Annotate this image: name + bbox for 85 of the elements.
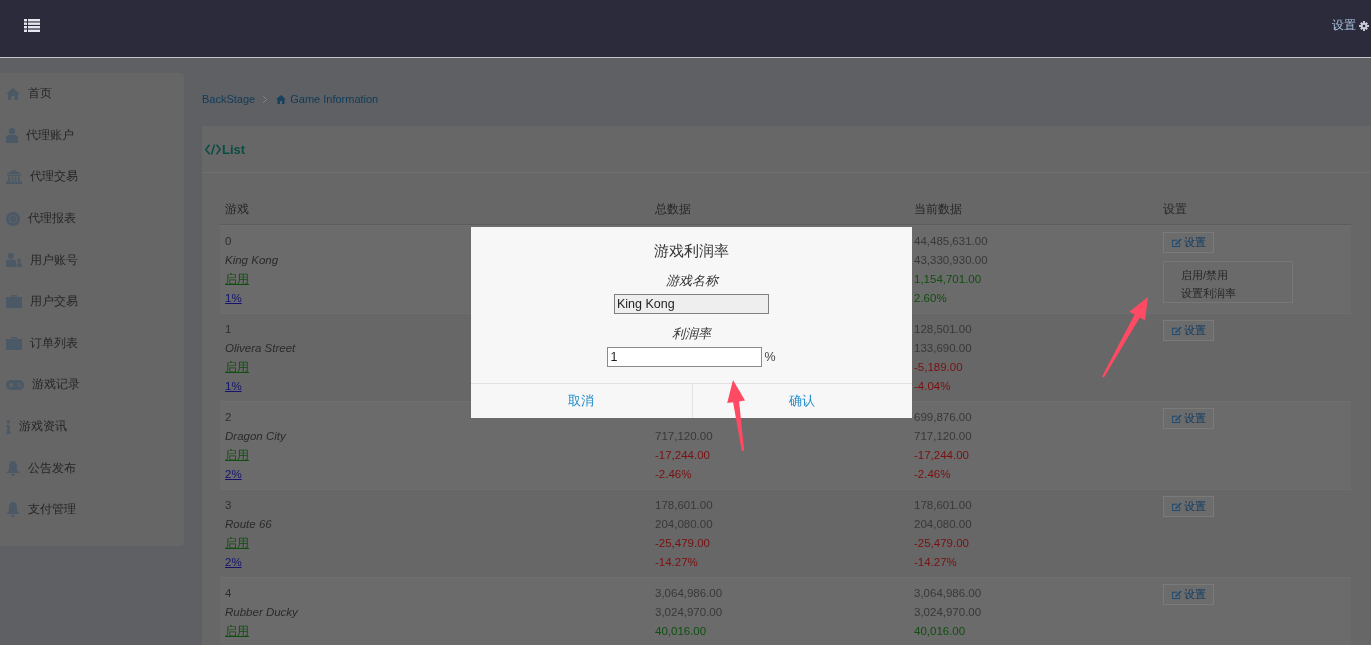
settings-button[interactable]: 设置 [1163,496,1214,517]
cancel-button[interactable]: 取消 [471,384,692,418]
chevron-right-icon [263,95,268,103]
game-name: Rubber Ducky [225,606,298,618]
sidebar-item[interactable]: 代理交易 [0,156,184,198]
settings-button[interactable]: 设置 [1163,584,1214,605]
data-value: 40,016.00 [914,625,966,637]
sidebar-item[interactable]: 代理账户 [0,114,184,157]
bell-icon [6,460,20,476]
status-link[interactable]: 启用 [225,537,249,549]
sidebar-item[interactable]: 支付管理 [0,488,184,531]
data-value: -14.27% [914,556,957,568]
game-id: 3 [225,499,232,511]
data-value: -4.04% [914,380,951,392]
column-header: 总数据 [654,200,692,218]
edit-icon [1171,590,1182,599]
settings-link[interactable]: 设置 [1332,17,1369,34]
dialog-title: 游戏利润率 [654,241,729,261]
sidebar-item[interactable]: 首页 [0,73,184,115]
game-name: King Kong [225,254,279,266]
column-header: 当前数据 [913,200,963,218]
data-value: -2.46% [914,468,951,480]
sidebar-item[interactable]: 公告发布 [0,447,184,489]
game-id: 2 [225,411,232,423]
status-link[interactable]: 启用 [225,625,249,637]
briefcase-icon [6,336,22,350]
game-name: Olivera Street [225,342,296,354]
percent-sign: % [764,350,776,364]
sidebar-item[interactable]: 用户账号 [0,239,184,281]
panel-title: List [222,141,246,157]
briefcase-icon [6,295,22,309]
data-value: 40,016.00 [655,625,707,637]
edit-icon [1171,326,1182,335]
profit-rate-link[interactable]: 1% [225,380,242,392]
status-link[interactable]: 启用 [225,449,249,461]
menu-icon[interactable] [24,19,40,32]
data-value: -17,244.00 [655,449,710,461]
sidebar-item[interactable]: 用户交易 [0,280,184,323]
data-value: 2.60% [914,292,947,304]
info-icon [6,419,11,434]
home-icon [6,87,20,100]
menu-item[interactable]: 启用/禁用 [1181,266,1292,284]
sidebar-item[interactable]: 代理报表 [0,197,184,240]
game-name: Route 66 [225,518,272,530]
data-value: -2.46% [655,468,692,480]
data-value: -14.27% [655,556,698,568]
sidebar-item[interactable]: 游戏资讯 [0,405,184,448]
users-icon [6,253,22,268]
column-header: 游戏 [224,200,250,218]
annotation-arrow [727,380,745,452]
data-value: -25,479.00 [914,537,969,549]
gamepad-icon [6,379,24,390]
person-icon [6,127,18,143]
field-label: 游戏名称 [665,272,718,290]
data-value: -25,479.00 [655,537,710,549]
settings-button[interactable]: 设置 [1163,320,1214,341]
settings-button[interactable]: 设置 [1163,408,1214,429]
breadcrumb-current: Game Information [290,93,379,105]
profit-rate-link[interactable]: 1% [225,292,242,304]
game-name: Dragon City [225,430,286,442]
settings-button[interactable]: 设置 [1163,232,1214,253]
bank-icon [6,170,22,184]
sidebar-item[interactable]: 订单列表 [0,322,184,365]
profit-rate-link[interactable]: 2% [225,468,242,480]
breadcrumb-link[interactable]: BackStage [202,93,256,105]
life-ring-icon [6,211,20,226]
bell-icon [6,502,20,518]
profit-rate-field[interactable]: 1 [607,347,763,367]
edit-icon [1171,502,1182,511]
status-link[interactable]: 启用 [225,361,249,373]
game-id: 0 [225,235,232,247]
home-icon [276,94,287,104]
code-icon [205,143,221,155]
status-link[interactable]: 启用 [225,273,249,285]
data-value: -5,189.00 [914,361,963,373]
data-value: -17,244.00 [914,449,969,461]
field-label: 利润率 [672,325,711,343]
edit-icon [1171,238,1182,247]
game-id: 1 [225,323,232,335]
game-name-field[interactable]: King Kong [614,294,769,314]
edit-icon [1171,414,1182,423]
sidebar-item[interactable]: 游戏记录 [0,364,184,406]
data-value: 1,154,701.00 [914,273,982,285]
profit-rate-link[interactable]: 2% [225,556,242,568]
game-id: 4 [225,587,232,599]
